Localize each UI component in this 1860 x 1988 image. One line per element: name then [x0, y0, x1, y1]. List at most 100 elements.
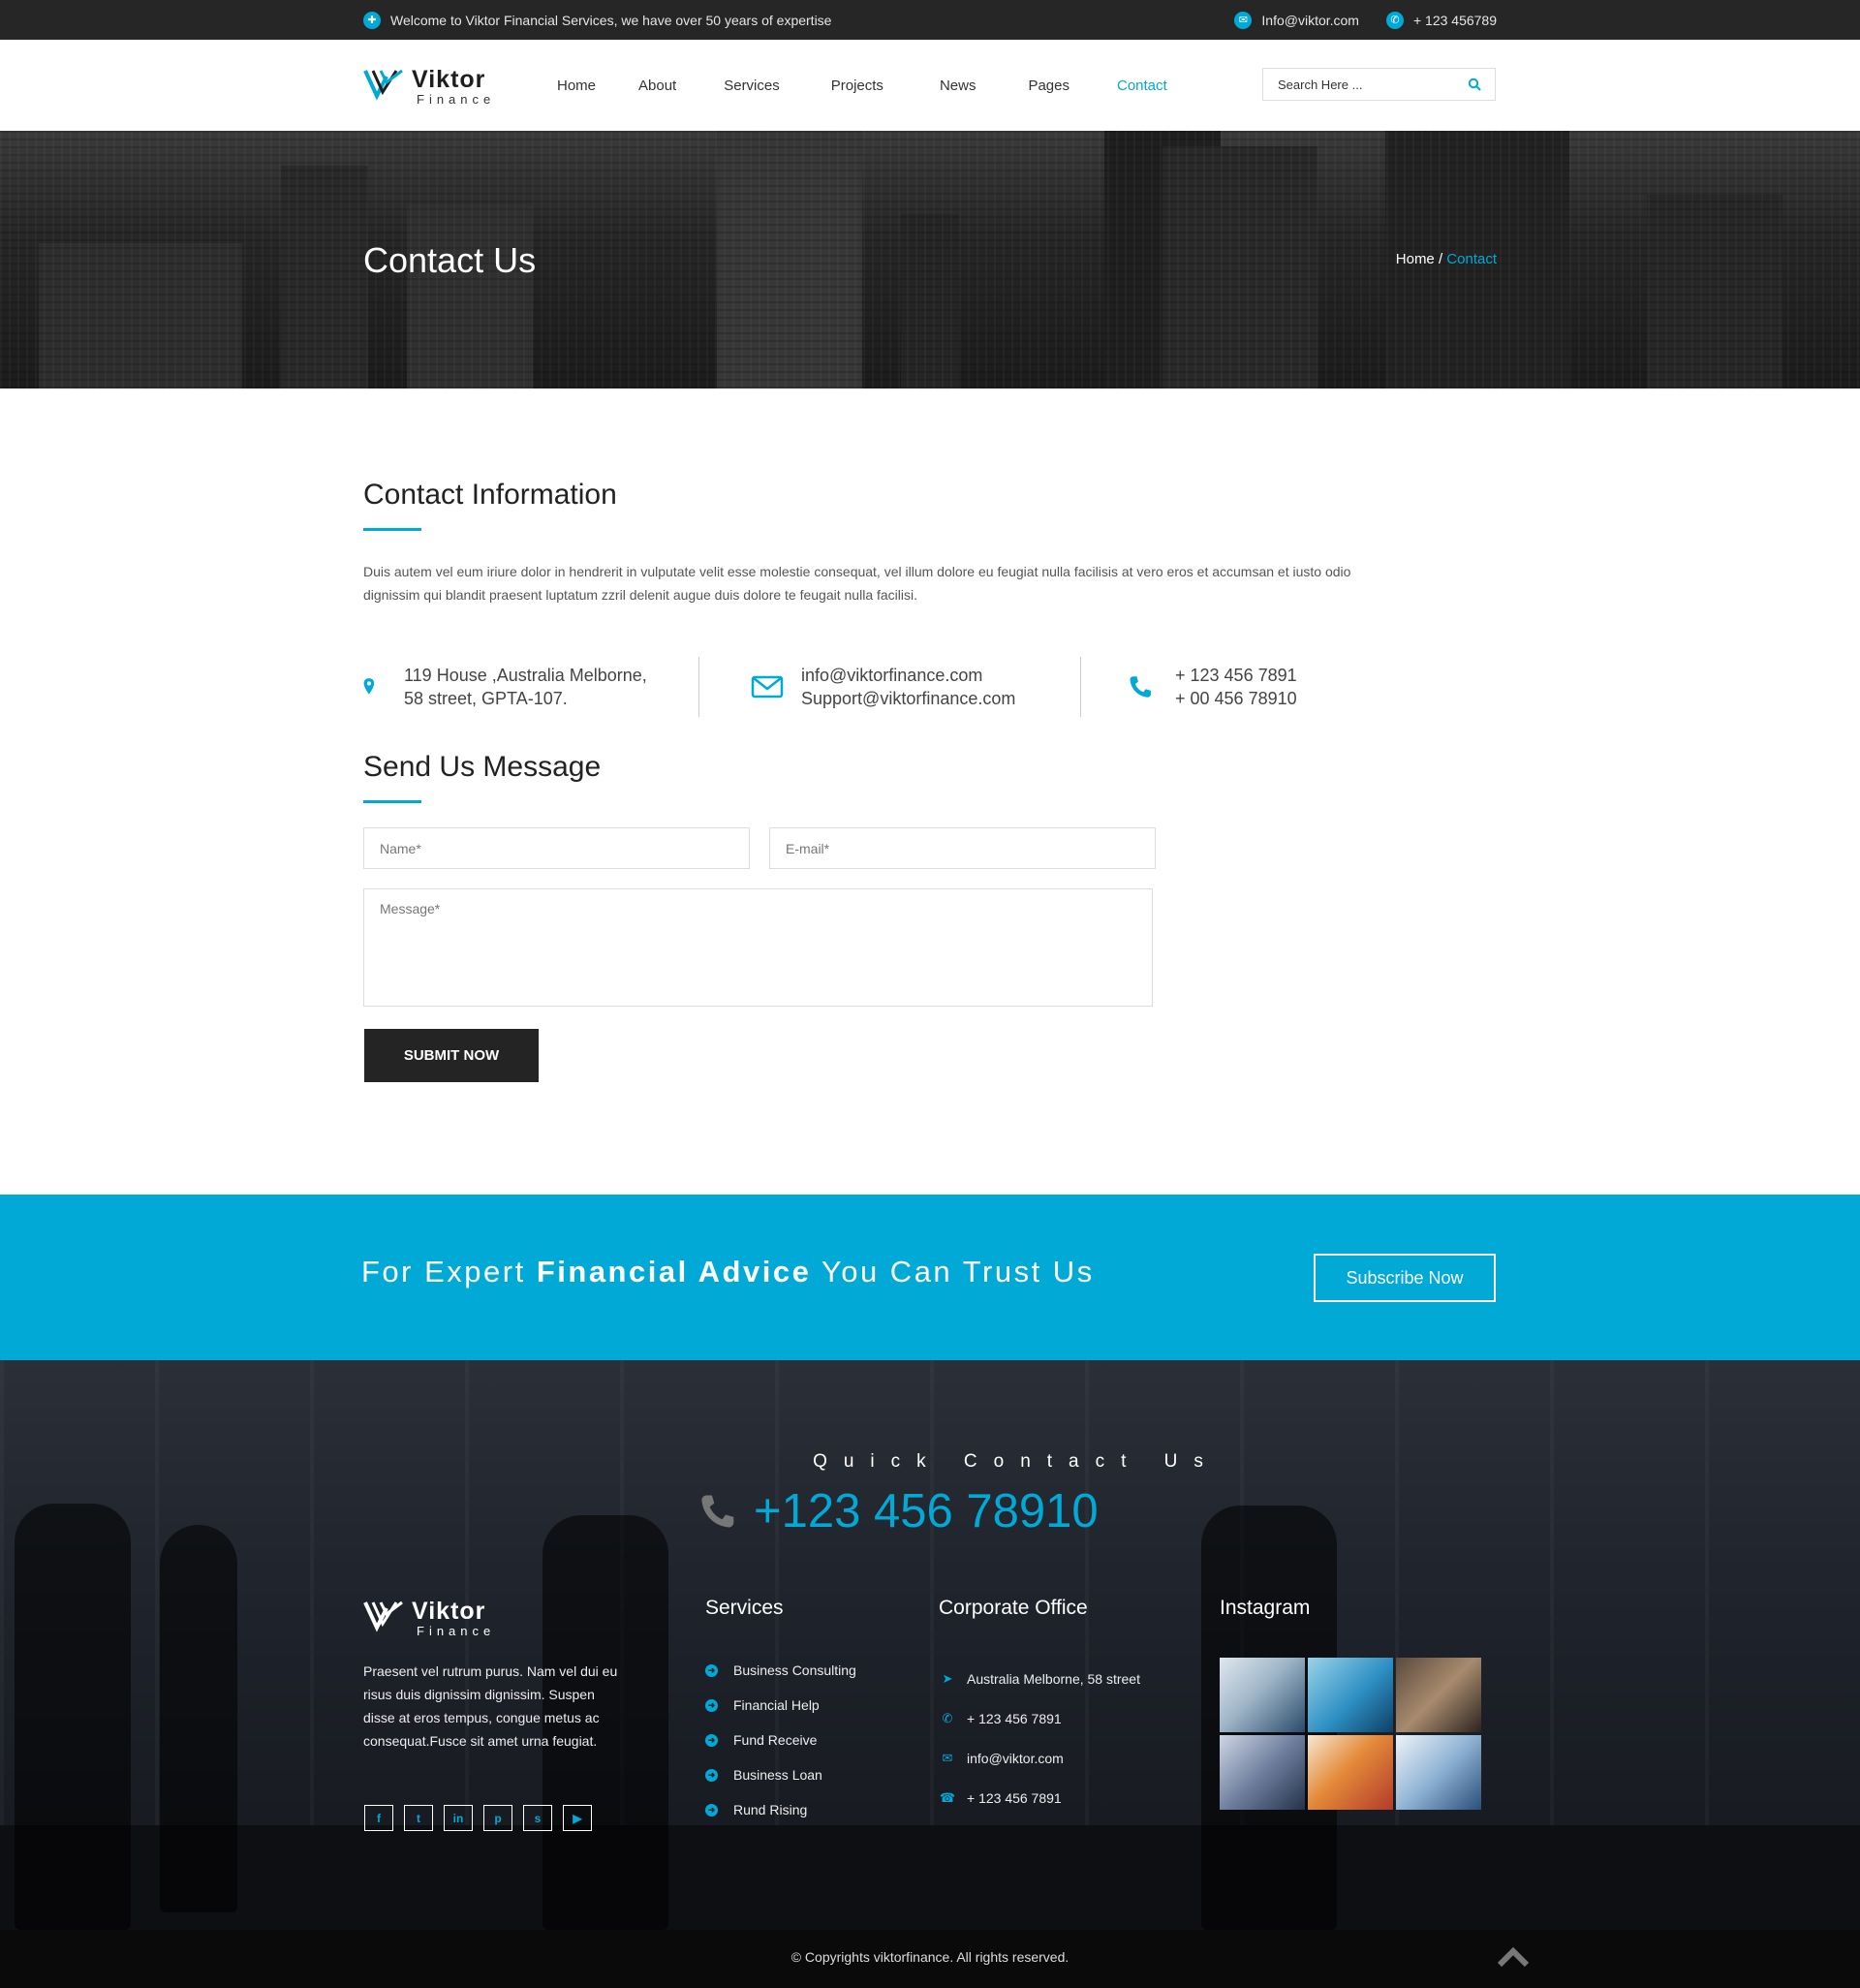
topbar-email-text[interactable]: Info@viktor.com [1261, 13, 1359, 28]
contact-info-row: 119 House ,Australia Melborne, 58 street… [363, 657, 1497, 717]
envelope-icon [751, 675, 784, 699]
nav-news[interactable]: News [940, 78, 976, 94]
youtube-icon[interactable]: ▶ [563, 1805, 592, 1831]
list-item[interactable]: ➜ Business Consulting [705, 1653, 856, 1688]
welcome-text: Welcome to Viktor Financial Services, we… [390, 12, 832, 28]
service-link[interactable]: Business Loan [733, 1767, 822, 1783]
list-item: ✆ + 123 456 7891 [940, 1698, 1140, 1738]
message-field[interactable] [363, 888, 1153, 1007]
instagram-photo[interactable] [1396, 1658, 1481, 1732]
arrow-right-icon: ➜ [705, 1803, 718, 1817]
instagram-photo[interactable] [1220, 1735, 1305, 1810]
list-item: ☎ + 123 456 7891 [940, 1778, 1140, 1817]
list-item[interactable]: ➜ Fund Receive [705, 1723, 856, 1757]
arrow-right-icon: ➜ [705, 1698, 718, 1712]
footer-about: Praesent vel rutrum purus. Nam vel dui e… [363, 1663, 618, 1749]
topbar-phone-text[interactable]: + 123 456789 [1413, 13, 1497, 28]
skype-icon[interactable]: s [523, 1805, 552, 1831]
nav-contact[interactable]: Contact [1117, 78, 1167, 94]
nav-pages[interactable]: Pages [1028, 78, 1070, 94]
globe-icon: ✚ [363, 11, 381, 29]
twitter-icon[interactable]: t [404, 1805, 433, 1831]
nav-projects[interactable]: Projects [831, 78, 884, 94]
cta-text-bold: Financial Advice [536, 1255, 812, 1289]
copyright-bar: © Copyrights viktorfinance. All rights r… [0, 1930, 1860, 1988]
corporate-phone[interactable]: + 123 456 7891 [967, 1711, 1062, 1726]
list-item[interactable]: ➜ Financial Help [705, 1688, 856, 1723]
nav-services[interactable]: Services [724, 78, 780, 94]
search-input[interactable] [1278, 77, 1467, 92]
social-links: f t in p s ▶ [364, 1805, 603, 1831]
logo-name: Viktor [412, 66, 486, 93]
arrow-right-icon: ➜ [705, 1768, 718, 1782]
nav-home[interactable]: Home [557, 78, 596, 94]
divider [698, 657, 699, 717]
scroll-to-top-icon[interactable] [1497, 1946, 1530, 1968]
divider [1080, 657, 1081, 717]
instagram-photo[interactable] [1308, 1658, 1393, 1732]
contact-info-text: Duis autem vel eum iriure dolor in hendr… [363, 564, 1351, 603]
submit-button[interactable]: SUBMIT NOW [364, 1029, 539, 1082]
email-line-1[interactable]: info@viktorfinance.com [801, 664, 1015, 687]
top-bar: ✚ Welcome to Viktor Financial Services, … [0, 0, 1860, 40]
phone-line-2[interactable]: + 00 456 78910 [1175, 687, 1297, 710]
breadcrumb-home[interactable]: Home [1396, 251, 1435, 267]
email-field[interactable] [769, 827, 1156, 869]
facebook-icon[interactable]: f [364, 1805, 393, 1831]
envelope-icon: ✉ [942, 1750, 953, 1765]
main-nav: Home About Services Projects News Pages … [557, 40, 1167, 131]
corporate-email[interactable]: info@viktor.com [967, 1751, 1064, 1766]
list-item[interactable]: ➜ Business Loan [705, 1757, 856, 1792]
list-item: ➤ Australia Melborne, 58 street [940, 1659, 1140, 1698]
instagram-photo[interactable] [1308, 1735, 1393, 1810]
list-item[interactable]: ➜ Rund Rising [705, 1792, 856, 1827]
subscribe-button[interactable]: Subscribe Now [1314, 1254, 1496, 1302]
cta-banner: For Expert Financial Advice You Can Trus… [0, 1195, 1860, 1360]
service-link[interactable]: Fund Receive [733, 1732, 817, 1748]
corporate-fax[interactable]: + 123 456 7891 [967, 1790, 1062, 1806]
breadcrumb: Home / Contact [1396, 251, 1497, 267]
cta-text-pre: For Expert [361, 1255, 537, 1289]
quick-contact-phone[interactable]: +123 456 78910 [754, 1484, 1099, 1538]
search-icon[interactable] [1468, 78, 1481, 91]
footer-corporate-title: Corporate Office [939, 1597, 1088, 1619]
phone-icon [1130, 676, 1151, 698]
name-field[interactable] [363, 827, 750, 869]
footer-services-title: Services [705, 1597, 784, 1619]
site-footer: Quick Contact Us +123 456 78910 Viktor F… [0, 1360, 1860, 1930]
service-link[interactable]: Financial Help [733, 1697, 820, 1713]
paper-plane-icon: ➤ [942, 1670, 953, 1686]
topbar-email[interactable]: ✉ Info@viktor.com [1234, 11, 1359, 29]
phone-block: + 123 456 7891 + 00 456 78910 [1129, 657, 1297, 717]
title-underline [363, 528, 421, 531]
quick-contact[interactable]: +123 456 78910 [699, 1484, 1099, 1538]
nav-about[interactable]: About [638, 78, 676, 94]
search-box [1262, 68, 1496, 101]
address-block: 119 House ,Australia Melborne, 58 street… [363, 657, 647, 717]
envelope-icon: ✉ [1234, 11, 1253, 29]
logo[interactable]: Viktor Finance [363, 67, 495, 108]
arrow-right-icon: ➜ [705, 1663, 718, 1677]
footer-instagram-title: Instagram [1220, 1597, 1311, 1619]
phone-line-1[interactable]: + 123 456 7891 [1175, 664, 1297, 687]
list-item: ✉ info@viktor.com [940, 1738, 1140, 1778]
cta-slogan: For Expert Financial Advice You Can Trus… [361, 1255, 1095, 1289]
quick-contact-label: Quick Contact Us [813, 1451, 1220, 1472]
footer-logo[interactable]: Viktor Finance [363, 1599, 495, 1638]
instagram-photo[interactable] [1396, 1735, 1481, 1810]
copyright-text: © Copyrights viktorfinance. All rights r… [790, 1949, 1070, 1965]
page-banner: Contact Us Home / Contact [0, 131, 1860, 388]
email-line-2[interactable]: Support@viktorfinance.com [801, 687, 1015, 710]
phone-icon [701, 1495, 734, 1528]
pinterest-icon[interactable]: p [483, 1805, 512, 1831]
topbar-phone[interactable]: ✆ + 123 456789 [1385, 11, 1497, 29]
logo-mark-icon [363, 1600, 403, 1632]
footer-logo-tagline: Finance [417, 1624, 496, 1638]
instagram-grid [1220, 1658, 1485, 1810]
linkedin-icon[interactable]: in [444, 1805, 473, 1831]
contact-info-title: Contact Information [363, 479, 617, 511]
service-link[interactable]: Rund Rising [733, 1802, 807, 1817]
instagram-photo[interactable] [1220, 1658, 1305, 1732]
service-link[interactable]: Business Consulting [733, 1662, 856, 1678]
phone-icon: ✆ [1385, 11, 1404, 29]
